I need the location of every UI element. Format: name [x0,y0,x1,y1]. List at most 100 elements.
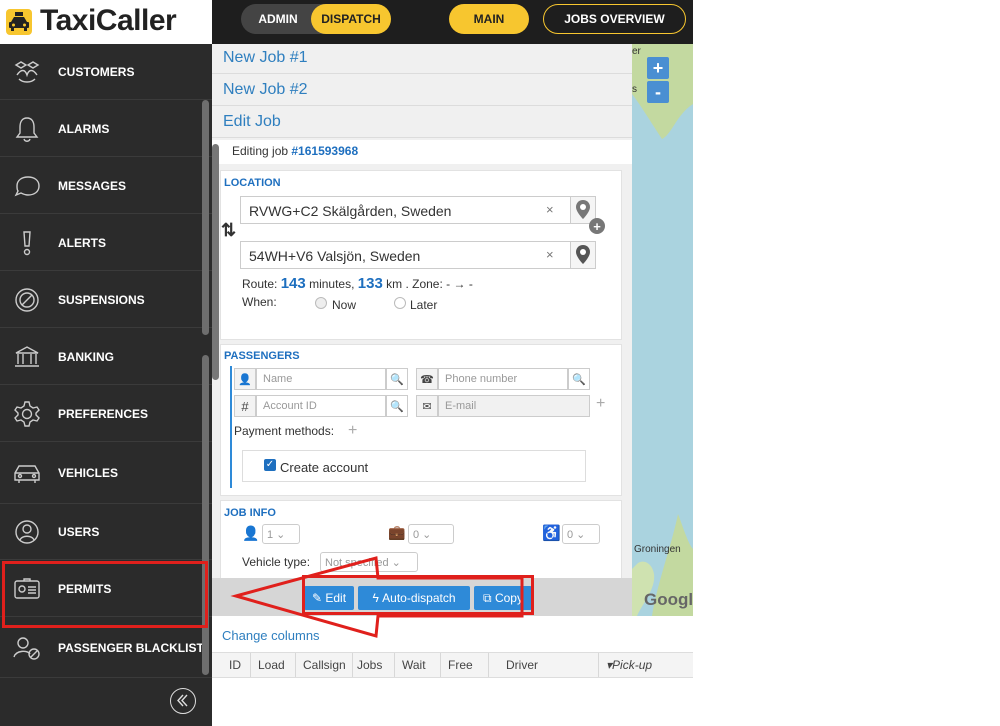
bell-icon [12,114,42,144]
sidebar-item-banking[interactable]: BANKING [0,329,212,385]
search-phone-button[interactable]: 🔍 [568,368,590,390]
chat-bubble-icon [12,171,42,201]
map-label-s: s [632,84,637,95]
jobs-overview-button[interactable]: JOBS OVERVIEW [543,4,686,34]
passenger-accent-line [230,366,232,488]
table-header: ID Load Callsign Jobs Wait Free Driver ▾… [212,652,693,678]
col-load[interactable]: Load [258,658,285,672]
sidebar-item-label: SUSPENSIONS [58,292,145,307]
later-radio[interactable] [394,297,406,309]
email-icon: ✉ [416,395,438,417]
bank-icon [12,342,42,372]
panel-scrollbar[interactable] [212,144,219,380]
google-logo: Googl [644,590,693,609]
phone-input[interactable]: Phone number [438,368,568,390]
ban-icon [12,285,42,315]
when-label: When: [242,295,277,309]
double-chevron-left-icon [177,694,188,707]
pickup-address-field[interactable]: RVWG+C2 Skälgården, Sweden [240,196,574,224]
col-free[interactable]: Free [448,658,473,672]
admin-button[interactable]: ADMIN [241,4,315,34]
sidebar-item-suspensions[interactable]: SUSPENSIONS [0,272,212,328]
sidebar-item-customers[interactable]: CUSTOMERS [0,44,212,100]
blacklist-user-icon [12,633,42,663]
main-button[interactable]: MAIN [449,4,529,34]
annotation-highlight-box [2,561,208,628]
col-wait[interactable]: Wait [402,658,426,672]
dropoff-address-field[interactable]: 54WH+V6 Valsjön, Sweden [240,241,574,269]
passenger-count-select[interactable]: 1 ⌄ [262,524,300,544]
col-driver[interactable]: Driver [506,658,538,672]
annotation-arrow-icon [230,556,524,638]
sidebar-scrollbar[interactable] [202,100,209,335]
sidebar-item-preferences[interactable]: PREFERENCES [0,386,212,442]
sidebar-item-label: ALERTS [58,235,106,250]
gear-icon [12,399,42,429]
tab-new-job-1[interactable]: New Job #1 [212,44,632,74]
col-callsign[interactable]: Callsign [303,658,346,672]
zoom-out-button[interactable]: - [647,81,669,103]
phone-icon: ☎ [416,368,438,390]
job-info-title: JOB INFO [224,507,276,519]
map-land-shapes [632,44,693,616]
passenger-name-input[interactable]: Name [256,368,386,390]
dropoff-pin-button[interactable] [570,241,596,269]
clear-dropoff-icon[interactable]: × [546,247,554,262]
wheelchair-icon: ♿ [542,525,561,542]
now-radio[interactable] [315,297,327,309]
wheelchair-count-select[interactable]: 0 ⌄ [562,524,600,544]
sidebar-item-label: ALARMS [58,121,110,136]
collapse-sidebar-button[interactable] [170,688,196,714]
passenger-count-icon: 👤 [242,525,260,541]
sidebar-item-alerts[interactable]: ALERTS [0,215,212,271]
sidebar-item-label: CUSTOMERS [58,64,135,79]
col-id[interactable]: ID [229,658,241,672]
swap-addresses-icon[interactable]: ⇅ [221,220,236,241]
editing-job-line: Editing job #161593968 [212,140,632,164]
search-name-button[interactable]: 🔍 [386,368,408,390]
payment-methods-label: Payment methods: [234,424,335,438]
add-passenger-icon[interactable]: + [596,395,605,413]
passengers-title: PASSENGERS [224,350,300,362]
col-pickup[interactable]: ▾Pick-up [606,658,652,672]
luggage-count-select[interactable]: 0 ⌄ [408,524,454,544]
map[interactable]: er s Groningen Googl [632,44,693,616]
change-columns-link[interactable]: Change columns [222,628,320,643]
sidebar-item-alarms[interactable]: ALARMS [0,101,212,157]
add-payment-method-icon[interactable]: + [348,422,357,440]
customers-icon [12,57,42,87]
tab-new-job-2[interactable]: New Job #2 [212,76,632,106]
sidebar-item-messages[interactable]: MESSAGES [0,158,212,214]
job-panel: New Job #1 New Job #2 Edit Job Editing j… [212,44,632,592]
taxi-logo-icon [6,9,32,35]
zoom-in-button[interactable]: + [647,57,669,79]
sidebar-item-users[interactable]: USERS [0,504,212,560]
create-account-checkbox[interactable]: ✓ [264,459,276,471]
editing-prefix: Editing job [232,144,292,158]
route-info: Route: 143 minutes, 133 km . Zone: - → - [242,275,473,292]
dispatch-button[interactable]: DISPATCH [311,4,391,34]
tab-edit-job[interactable]: Edit Job [212,108,632,138]
account-id-input[interactable]: Account ID [256,395,386,417]
dropoff-pin-icon [576,245,590,264]
sidebar-item-label: PREFERENCES [58,406,149,421]
user-icon [12,517,42,547]
clear-pickup-icon[interactable]: × [546,202,554,217]
sidebar-item-label: BANKING [58,349,114,364]
location-title: LOCATION [224,177,281,189]
car-icon [12,458,42,488]
editing-job-id[interactable]: #161593968 [291,144,358,158]
app-title: TaxiCaller [40,4,177,37]
search-account-button[interactable]: 🔍 [386,395,408,417]
create-account-label: Create account [280,460,369,475]
map-label-er: er [632,46,641,57]
col-jobs[interactable]: Jobs [357,658,382,672]
logo[interactable]: TaxiCaller [0,0,212,44]
email-input[interactable]: E-mail [438,395,590,417]
blank-area [693,0,1000,726]
add-stop-button[interactable]: + [589,218,605,234]
sidebar-item-vehicles[interactable]: VEHICLES [0,443,212,504]
now-label: Now [332,298,357,312]
person-icon: 👤 [234,368,256,390]
exclamation-icon [12,228,42,258]
